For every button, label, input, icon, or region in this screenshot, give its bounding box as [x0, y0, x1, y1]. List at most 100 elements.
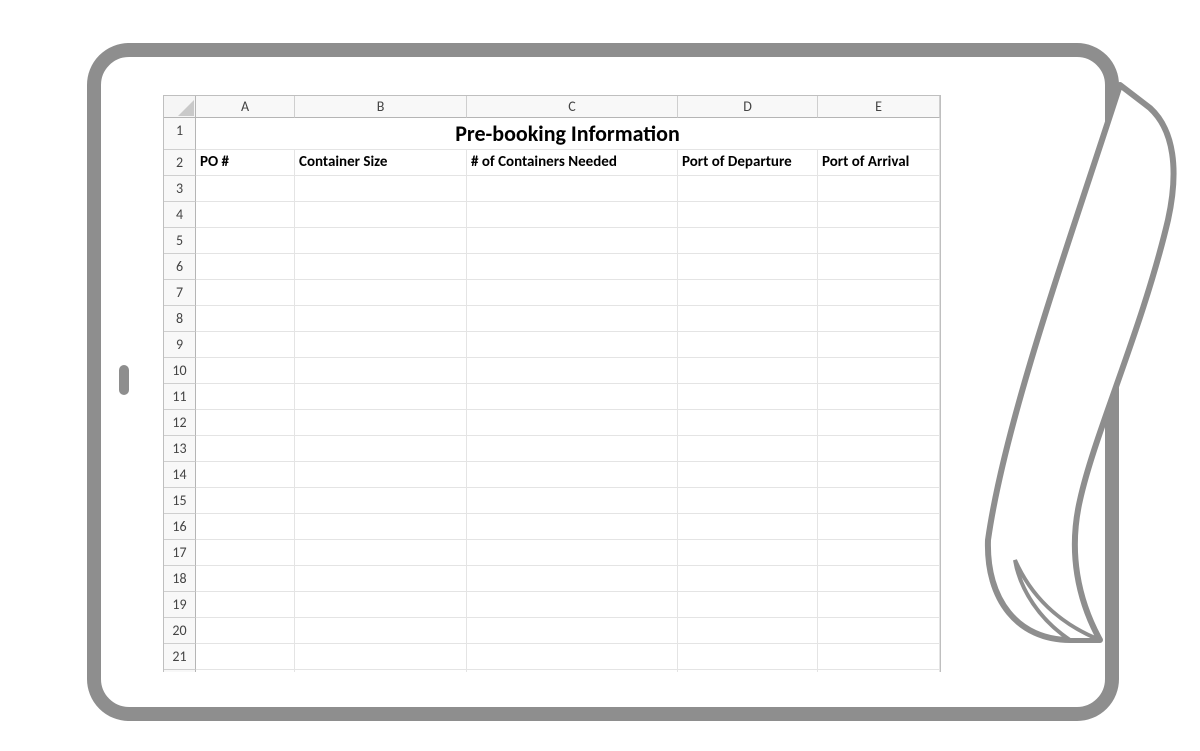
- cell-B6[interactable]: [295, 254, 467, 280]
- cell-C2[interactable]: # of Containers Needed: [467, 150, 678, 176]
- cell-overflow[interactable]: [940, 306, 941, 332]
- cell-A22[interactable]: [196, 670, 295, 672]
- cell-E3[interactable]: [818, 176, 940, 202]
- cell-D14[interactable]: [678, 462, 818, 488]
- cell-E18[interactable]: [818, 566, 940, 592]
- cell-B13[interactable]: [295, 436, 467, 462]
- cell-A20[interactable]: [196, 618, 295, 644]
- cell-overflow[interactable]: [940, 566, 941, 592]
- cell-overflow[interactable]: [940, 358, 941, 384]
- cell-D11[interactable]: [678, 384, 818, 410]
- cell-overflow[interactable]: [940, 462, 941, 488]
- cell-D5[interactable]: [678, 228, 818, 254]
- cell-C6[interactable]: [467, 254, 678, 280]
- row-header-14[interactable]: 14: [164, 462, 196, 488]
- cell-E6[interactable]: [818, 254, 940, 280]
- cell-E17[interactable]: [818, 540, 940, 566]
- cell-B15[interactable]: [295, 488, 467, 514]
- cell-B8[interactable]: [295, 306, 467, 332]
- cell-overflow[interactable]: [940, 176, 941, 202]
- cell-B14[interactable]: [295, 462, 467, 488]
- cell-D16[interactable]: [678, 514, 818, 540]
- cell-E10[interactable]: [818, 358, 940, 384]
- cell-C11[interactable]: [467, 384, 678, 410]
- cell-C8[interactable]: [467, 306, 678, 332]
- cell-C13[interactable]: [467, 436, 678, 462]
- row-header-2[interactable]: 2: [164, 150, 196, 176]
- cell-B22[interactable]: [295, 670, 467, 672]
- row-header-21[interactable]: 21: [164, 644, 196, 670]
- cell-A12[interactable]: [196, 410, 295, 436]
- row-header-13[interactable]: 13: [164, 436, 196, 462]
- cell-B10[interactable]: [295, 358, 467, 384]
- cell-A13[interactable]: [196, 436, 295, 462]
- cell-B17[interactable]: [295, 540, 467, 566]
- cell-C21[interactable]: [467, 644, 678, 670]
- cell-A5[interactable]: [196, 228, 295, 254]
- cell-E22[interactable]: [818, 670, 940, 672]
- cell-D13[interactable]: [678, 436, 818, 462]
- cell-B11[interactable]: [295, 384, 467, 410]
- cell-B12[interactable]: [295, 410, 467, 436]
- cell-overflow[interactable]: [940, 280, 941, 306]
- row-header-7[interactable]: 7: [164, 280, 196, 306]
- row-header-15[interactable]: 15: [164, 488, 196, 514]
- cell-C4[interactable]: [467, 202, 678, 228]
- cell-overflow[interactable]: [940, 150, 941, 176]
- cell-E12[interactable]: [818, 410, 940, 436]
- row-header-3[interactable]: 3: [164, 176, 196, 202]
- cell-title[interactable]: Pre-booking Information: [196, 118, 940, 150]
- cell-B4[interactable]: [295, 202, 467, 228]
- cell-D12[interactable]: [678, 410, 818, 436]
- cell-A17[interactable]: [196, 540, 295, 566]
- row-header-9[interactable]: 9: [164, 332, 196, 358]
- column-header-A[interactable]: A: [196, 96, 295, 118]
- cell-overflow[interactable]: [940, 202, 941, 228]
- cell-A19[interactable]: [196, 592, 295, 618]
- cell-B3[interactable]: [295, 176, 467, 202]
- cell-A16[interactable]: [196, 514, 295, 540]
- row-header-12[interactable]: 12: [164, 410, 196, 436]
- cell-overflow[interactable]: [940, 436, 941, 462]
- cell-B7[interactable]: [295, 280, 467, 306]
- select-all-corner[interactable]: [164, 96, 196, 118]
- row-header-10[interactable]: 10: [164, 358, 196, 384]
- cell-D17[interactable]: [678, 540, 818, 566]
- cell-E21[interactable]: [818, 644, 940, 670]
- row-header-4[interactable]: 4: [164, 202, 196, 228]
- cell-overflow[interactable]: [940, 540, 941, 566]
- cell-A9[interactable]: [196, 332, 295, 358]
- cell-C12[interactable]: [467, 410, 678, 436]
- cell-overflow[interactable]: [940, 254, 941, 280]
- cell-A18[interactable]: [196, 566, 295, 592]
- column-header-C[interactable]: C: [467, 96, 678, 118]
- column-header-E[interactable]: E: [818, 96, 940, 118]
- cell-overflow[interactable]: [940, 410, 941, 436]
- cell-A14[interactable]: [196, 462, 295, 488]
- row-header-11[interactable]: 11: [164, 384, 196, 410]
- cell-D4[interactable]: [678, 202, 818, 228]
- cell-B19[interactable]: [295, 592, 467, 618]
- cell-E20[interactable]: [818, 618, 940, 644]
- cell-A8[interactable]: [196, 306, 295, 332]
- cell-D7[interactable]: [678, 280, 818, 306]
- cell-C5[interactable]: [467, 228, 678, 254]
- cell-E14[interactable]: [818, 462, 940, 488]
- cell-overflow[interactable]: [940, 228, 941, 254]
- cell-overflow[interactable]: [940, 592, 941, 618]
- cell-E15[interactable]: [818, 488, 940, 514]
- cell-B18[interactable]: [295, 566, 467, 592]
- column-header-D[interactable]: D: [678, 96, 818, 118]
- cell-D20[interactable]: [678, 618, 818, 644]
- row-header-8[interactable]: 8: [164, 306, 196, 332]
- cell-A7[interactable]: [196, 280, 295, 306]
- cell-D10[interactable]: [678, 358, 818, 384]
- row-header-6[interactable]: 6: [164, 254, 196, 280]
- row-header-5[interactable]: 5: [164, 228, 196, 254]
- cell-C22[interactable]: [467, 670, 678, 672]
- row-header-16[interactable]: 16: [164, 514, 196, 540]
- row-header-20[interactable]: 20: [164, 618, 196, 644]
- cell-E9[interactable]: [818, 332, 940, 358]
- row-header-19[interactable]: 19: [164, 592, 196, 618]
- cell-D9[interactable]: [678, 332, 818, 358]
